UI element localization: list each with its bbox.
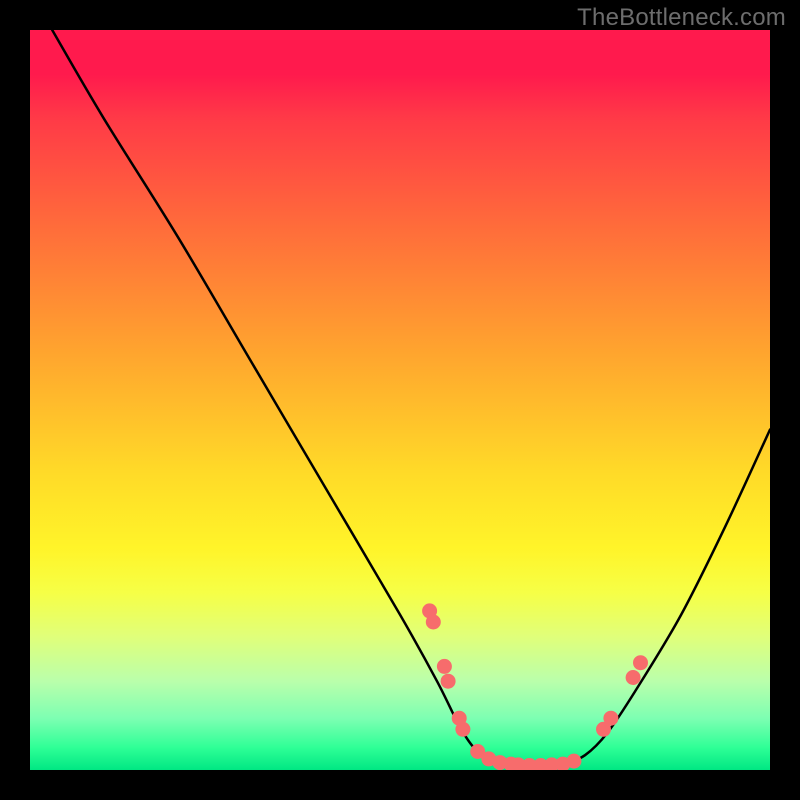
data-point xyxy=(626,670,641,685)
data-point xyxy=(437,659,452,674)
plot-area xyxy=(30,30,770,770)
chart-container: TheBottleneck.com xyxy=(0,0,800,800)
data-point xyxy=(441,674,456,689)
curve-overlay xyxy=(30,30,770,770)
data-point xyxy=(566,754,581,769)
data-point xyxy=(633,655,648,670)
data-point xyxy=(603,711,618,726)
data-point xyxy=(455,722,470,737)
bottleneck-curve xyxy=(52,30,770,767)
data-point xyxy=(426,615,441,630)
data-points-group xyxy=(422,603,648,770)
watermark-text: TheBottleneck.com xyxy=(577,4,786,32)
